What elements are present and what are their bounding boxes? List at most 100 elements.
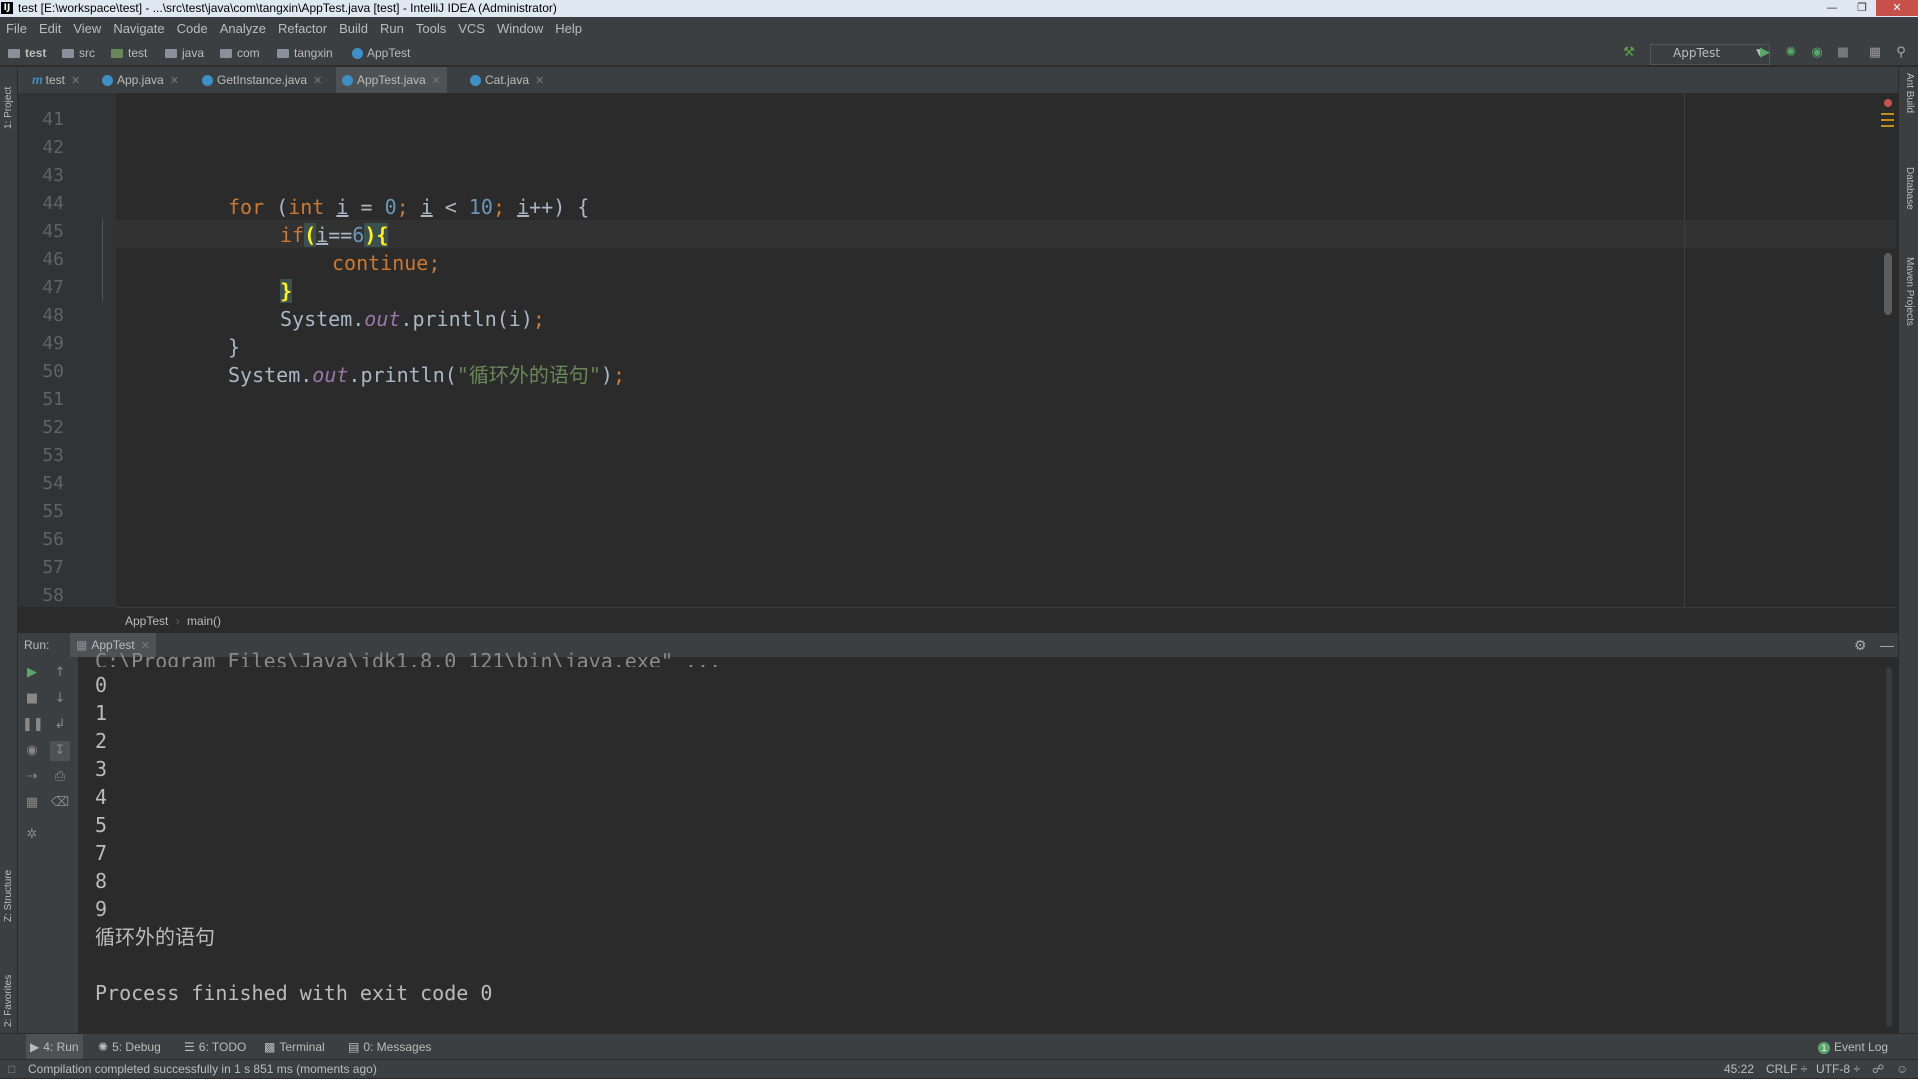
folder-icon xyxy=(165,49,177,59)
tab-apptest-java[interactable]: AppTest.java ✕ xyxy=(336,67,447,96)
status-toggle-icon[interactable]: □ xyxy=(8,1060,15,1079)
exit-icon[interactable]: ⇢ xyxy=(22,767,42,787)
coverage-icon[interactable]: ◉ xyxy=(1808,44,1826,62)
search-icon[interactable]: ⚲ xyxy=(1892,44,1910,62)
nav-crumb-com[interactable]: com xyxy=(220,40,260,66)
close-window-button[interactable]: ✕ xyxy=(1876,0,1918,16)
debug-icon[interactable]: ✺ xyxy=(1782,44,1800,62)
encoding-selector[interactable]: UTF-8 ÷ xyxy=(1816,1060,1860,1079)
nav-crumb-apptest[interactable]: AppTest xyxy=(352,40,410,66)
right-margin-guide xyxy=(1684,93,1685,607)
pin-icon[interactable]: ✲ xyxy=(22,825,42,845)
close-tab-icon[interactable]: ✕ xyxy=(71,75,80,87)
run-tool-button[interactable]: ▶ 4: Run xyxy=(26,1034,83,1060)
menu-file[interactable]: File xyxy=(0,17,33,40)
project-tool-button[interactable]: 1: Project xyxy=(3,87,14,129)
menu-help[interactable]: Help xyxy=(549,17,588,40)
build-hammer-icon[interactable]: ⚒ xyxy=(1620,44,1638,62)
warning-marker[interactable] xyxy=(1881,119,1894,121)
close-tab-icon[interactable]: ✕ xyxy=(432,75,441,87)
menu-edit[interactable]: Edit xyxy=(33,17,67,40)
stop-icon[interactable]: ■ xyxy=(22,689,42,709)
menu-code[interactable]: Code xyxy=(171,17,214,40)
menu-bar: File Edit View Navigate Code Analyze Refactor B… xyxy=(0,17,1918,40)
nav-crumb-src[interactable]: src xyxy=(62,40,95,66)
project-structure-icon[interactable]: ▦ xyxy=(1866,44,1884,62)
structure-tool-button[interactable]: Z: Structure xyxy=(3,870,14,922)
nav-crumb-java[interactable]: java xyxy=(165,40,204,66)
messages-icon: ▤ xyxy=(348,1040,360,1054)
minimize-button[interactable]: — xyxy=(1818,0,1846,16)
tab-test[interactable]: m test ✕ xyxy=(28,67,84,93)
debug-icon: ✺ xyxy=(98,1040,109,1054)
soft-wrap-icon[interactable]: ↲ xyxy=(50,715,70,735)
pause-icon[interactable]: ❚❚ xyxy=(22,715,44,735)
favorites-tool-button[interactable]: 2: Favorites xyxy=(3,975,14,1027)
dump-threads-icon[interactable]: ◉ xyxy=(22,741,42,761)
editor-scroll-markers[interactable] xyxy=(1880,93,1896,607)
console-command-line: C:\Program Files\Java\jdk1.8.0_121\bin\j… xyxy=(95,649,722,667)
print-icon[interactable]: ⎙ xyxy=(50,767,70,787)
debug-tool-button[interactable]: ✺ 5: Debug xyxy=(98,1034,161,1060)
menu-navigate[interactable]: Navigate xyxy=(107,17,170,40)
nav-crumb-tangxin[interactable]: tangxin xyxy=(277,40,333,66)
warning-marker[interactable] xyxy=(1881,125,1894,127)
menu-vcs[interactable]: VCS xyxy=(452,17,491,40)
todo-tool-button[interactable]: ☰ 6: TODO xyxy=(184,1034,246,1060)
breadcrumb-method[interactable]: main() xyxy=(187,614,221,628)
warning-marker[interactable] xyxy=(1881,113,1894,115)
folder-icon xyxy=(220,49,232,59)
editor-scrollbar-thumb[interactable] xyxy=(1884,253,1892,315)
console-scrollbar[interactable] xyxy=(1886,667,1892,1027)
gear-icon[interactable]: ⚙ xyxy=(1854,633,1867,657)
left-tool-strip: 1: Project Z: Structure 2: Favorites xyxy=(0,67,18,1039)
arrow-up-icon[interactable]: ↑ xyxy=(50,663,70,683)
project-folder-icon xyxy=(8,49,20,59)
hector-icon[interactable]: ☺ xyxy=(1896,1060,1908,1079)
scroll-to-end-icon[interactable]: ↧ xyxy=(50,741,70,761)
nav-crumb-test[interactable]: test xyxy=(111,40,147,66)
class-icon xyxy=(352,48,363,60)
run-icon[interactable]: ▶ xyxy=(1756,44,1774,62)
layout-icon[interactable]: ▦ xyxy=(22,793,42,813)
line-number: 49 xyxy=(42,333,64,354)
messages-tool-button[interactable]: ▤ 0: Messages xyxy=(348,1034,431,1060)
menu-window[interactable]: Window xyxy=(491,17,549,40)
tab-app-java[interactable]: App.java ✕ xyxy=(98,67,183,93)
tab-cat-java[interactable]: Cat.java ✕ xyxy=(466,67,548,93)
run-toolbar-primary: ▶ ■ ❚❚ ◉ ⇢ ▦ ✲ xyxy=(18,657,46,1033)
restore-button[interactable]: ❐ xyxy=(1848,0,1876,16)
menu-refactor[interactable]: Refactor xyxy=(272,17,333,40)
menu-run[interactable]: Run xyxy=(374,17,410,40)
close-tab-icon[interactable]: ✕ xyxy=(535,75,544,87)
terminal-tool-button[interactable]: ▩ Terminal xyxy=(264,1034,325,1060)
code-line-46: continue; xyxy=(332,251,441,275)
caret-position[interactable]: 45:22 xyxy=(1724,1060,1754,1079)
hide-panel-icon[interactable]: — xyxy=(1880,633,1894,657)
code-line-50: System.out.println("循环外的语句"); xyxy=(228,363,625,387)
menu-analyze[interactable]: Analyze xyxy=(214,17,272,40)
ant-build-tool-button[interactable]: Ant Build xyxy=(1904,73,1915,113)
line-number: 45 xyxy=(42,221,64,242)
line-number: 55 xyxy=(42,501,64,522)
rerun-icon[interactable]: ▶ xyxy=(22,663,42,683)
close-tab-icon[interactable]: ✕ xyxy=(313,75,322,87)
maven-projects-tool-button[interactable]: Maven Projects xyxy=(1904,257,1915,326)
nav-crumb-project[interactable]: test xyxy=(8,40,46,66)
menu-view[interactable]: View xyxy=(67,17,107,40)
arrow-down-icon[interactable]: ↓ xyxy=(50,689,70,709)
stop-icon[interactable]: ■ xyxy=(1834,44,1852,62)
run-configuration-dropdown[interactable]: AppTest ▼ xyxy=(1650,44,1770,65)
trash-icon[interactable]: ⌫ xyxy=(50,793,70,813)
database-tool-button[interactable]: Database xyxy=(1904,167,1915,210)
close-tab-icon[interactable]: ✕ xyxy=(170,75,179,87)
tab-getinstance-java[interactable]: GetInstance.java ✕ xyxy=(198,67,326,93)
menu-build[interactable]: Build xyxy=(333,17,374,40)
run-console-output[interactable]: C:\Program Files\Java\jdk1.8.0_121\bin\j… xyxy=(78,649,1898,1033)
breadcrumb-class[interactable]: AppTest xyxy=(125,614,168,628)
menu-tools[interactable]: Tools xyxy=(410,17,452,40)
event-log-button[interactable]: 1 Event Log xyxy=(1818,1034,1888,1060)
code-line-49: } xyxy=(228,335,241,359)
lock-icon[interactable]: ☍ xyxy=(1872,1060,1884,1079)
line-separator-selector[interactable]: CRLF ÷ xyxy=(1766,1060,1807,1079)
